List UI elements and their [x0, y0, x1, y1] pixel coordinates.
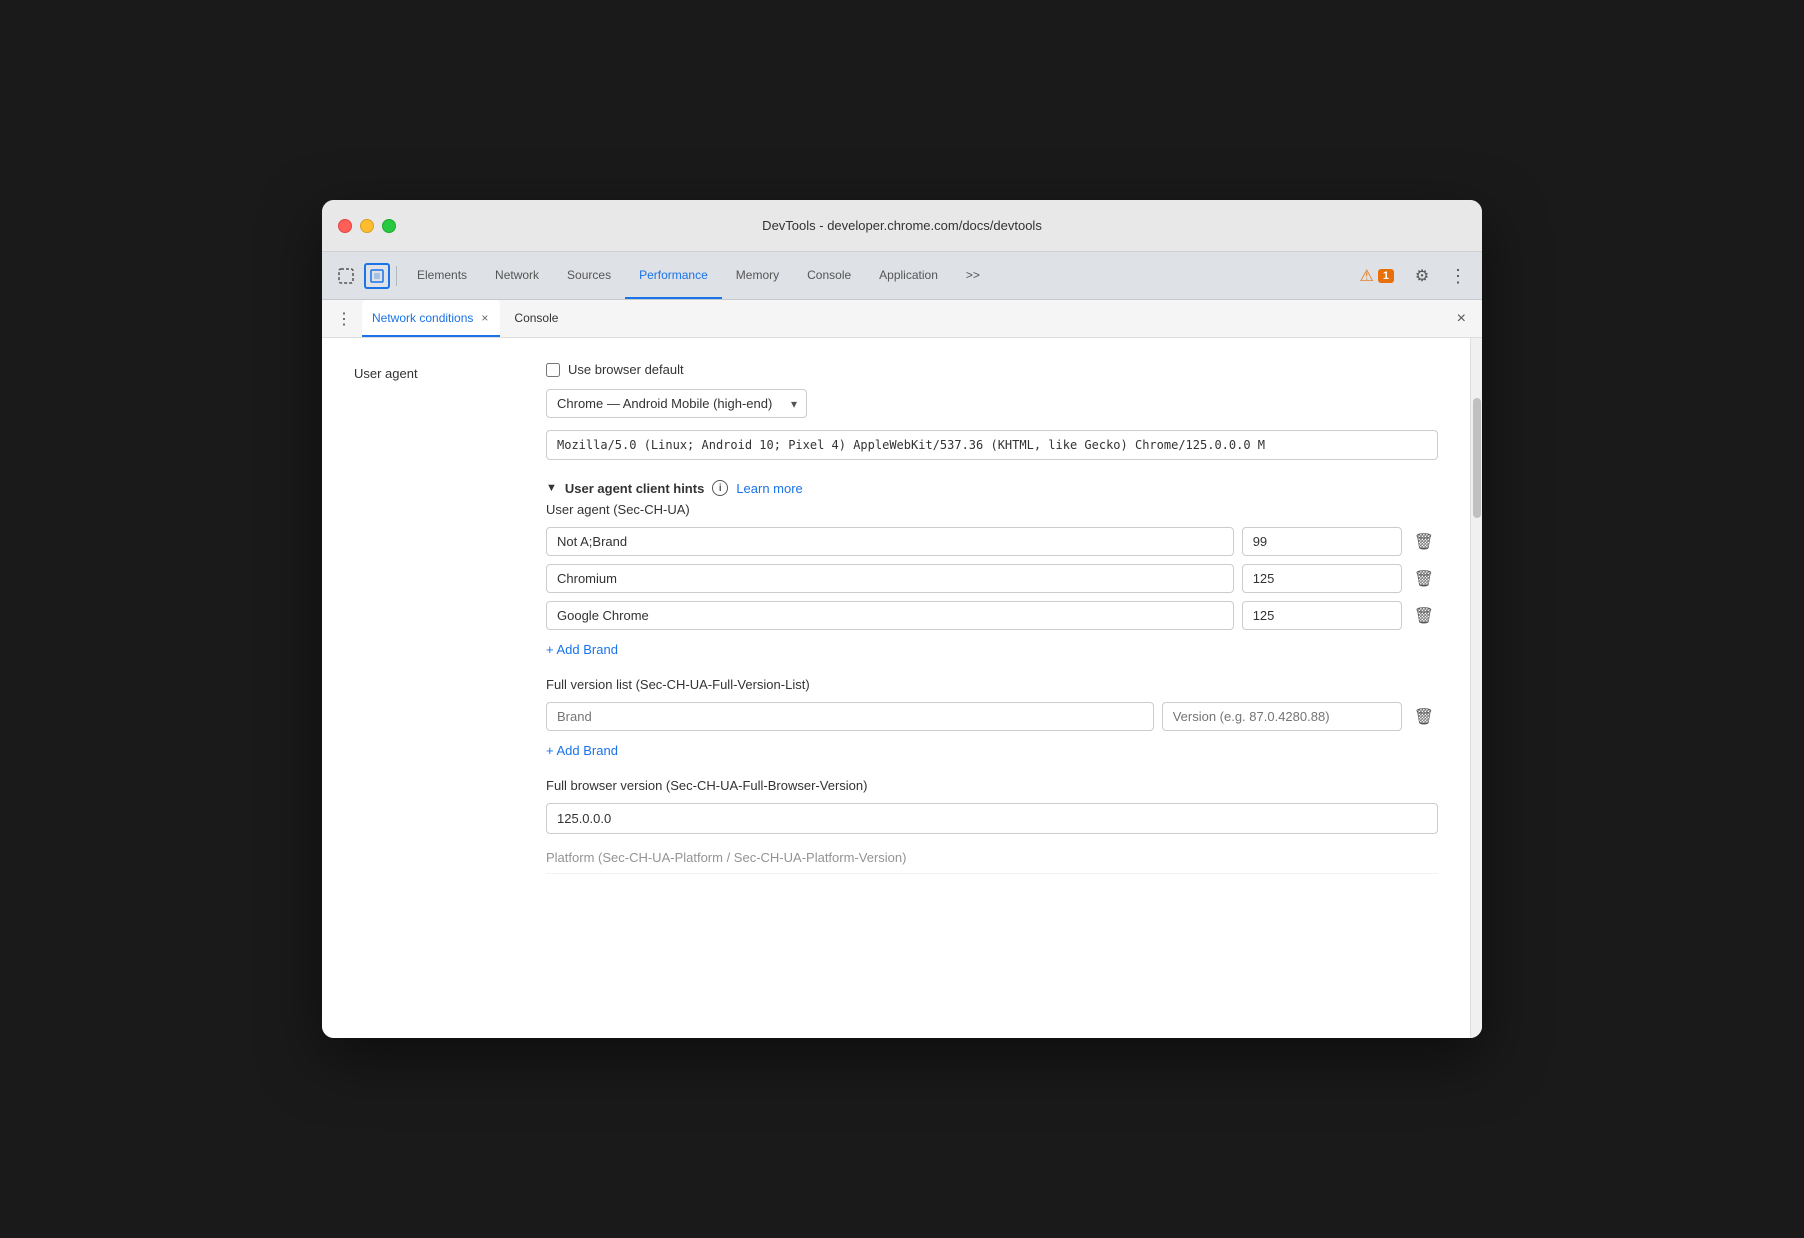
- tab-console[interactable]: Console: [793, 252, 865, 299]
- brand-input-2[interactable]: [546, 601, 1234, 630]
- subtab-network-conditions[interactable]: Network conditions ×: [362, 300, 500, 337]
- cursor-icon[interactable]: [330, 260, 362, 292]
- settings-icon[interactable]: ⚙: [1406, 260, 1438, 292]
- subtab-bar-close-icon[interactable]: ×: [1449, 306, 1474, 332]
- tab-more[interactable]: >>: [952, 252, 994, 299]
- brand-row-1: 🗑: [546, 564, 1438, 593]
- delete-icon-2: 🗑: [1414, 606, 1434, 626]
- full-browser-version-label: Full browser version (Sec-CH-UA-Full-Bro…: [546, 778, 1438, 793]
- subtab-console-label: Console: [514, 311, 558, 325]
- subtab-network-conditions-label: Network conditions: [372, 311, 473, 325]
- tab-bar: Elements Network Sources Performance Mem…: [403, 252, 994, 299]
- subtab-bar: ⋮ Network conditions × Console ×: [322, 300, 1482, 338]
- main-toolbar: Elements Network Sources Performance Mem…: [322, 252, 1482, 300]
- delete-brand-2-button[interactable]: 🗑: [1410, 602, 1438, 630]
- toolbar-right: ⚠ 1 ⚙ ⋮: [1352, 260, 1474, 292]
- tab-elements[interactable]: Elements: [403, 252, 481, 299]
- vertical-dots-icon: ⋮: [1449, 267, 1467, 285]
- version-input-2[interactable]: [1242, 601, 1402, 630]
- client-hints-title-row: ▼ User agent client hints i Learn more: [546, 480, 1438, 496]
- use-browser-default-label[interactable]: Use browser default: [568, 362, 684, 377]
- learn-more-link[interactable]: Learn more: [736, 481, 802, 496]
- delete-brand-0-button[interactable]: 🗑: [1410, 528, 1438, 556]
- full-version-list-label: Full version list (Sec-CH-UA-Full-Versio…: [546, 677, 1438, 692]
- issues-count: 1: [1378, 269, 1394, 283]
- traffic-lights: [338, 219, 396, 233]
- title-bar: DevTools - developer.chrome.com/docs/dev…: [322, 200, 1482, 252]
- full-version-brand-row-0: 🗑: [546, 702, 1438, 731]
- add-brand-2-button[interactable]: + Add Brand: [546, 739, 618, 762]
- add-brand-1-button[interactable]: + Add Brand: [546, 638, 618, 661]
- full-browser-version-input[interactable]: [546, 803, 1438, 834]
- version-input-1[interactable]: [1242, 564, 1402, 593]
- content-area: User agent Use browser default Chrome — …: [322, 338, 1482, 1038]
- minimize-button[interactable]: [360, 219, 374, 233]
- user-agent-body: Use browser default Chrome — Android Mob…: [546, 362, 1438, 874]
- ua-dropdown[interactable]: Chrome — Android Mobile (high-end) Chrom…: [546, 389, 807, 418]
- main-content: User agent Use browser default Chrome — …: [322, 338, 1470, 1038]
- delete-full-icon-0: 🗑: [1414, 707, 1434, 727]
- ua-string-input[interactable]: [546, 430, 1438, 460]
- platform-section-partial: Platform (Sec-CH-UA-Platform / Sec-CH-UA…: [546, 850, 1438, 874]
- user-agent-label: User agent: [354, 362, 514, 874]
- more-options-icon[interactable]: ⋮: [1442, 260, 1474, 292]
- subtab-close-network-conditions[interactable]: ×: [479, 310, 490, 326]
- issues-button[interactable]: ⚠ 1: [1352, 262, 1402, 290]
- subtab-menu-icon[interactable]: ⋮: [330, 305, 358, 333]
- client-hints-title: User agent client hints: [565, 481, 704, 496]
- scrollbar-track[interactable]: [1470, 338, 1482, 1038]
- ua-dropdown-wrapper: Chrome — Android Mobile (high-end) Chrom…: [546, 389, 807, 418]
- brand-row-0: 🗑: [546, 527, 1438, 556]
- inspector-icon[interactable]: [364, 263, 390, 289]
- delete-brand-1-button[interactable]: 🗑: [1410, 565, 1438, 593]
- brand-row-2: 🗑: [546, 601, 1438, 630]
- issues-icon: ⚠: [1360, 266, 1374, 286]
- full-version-brand-input-0[interactable]: [546, 702, 1154, 731]
- use-browser-default-row: Use browser default: [546, 362, 1438, 377]
- close-button[interactable]: [338, 219, 352, 233]
- platform-label: Platform (Sec-CH-UA-Platform / Sec-CH-UA…: [546, 850, 906, 865]
- tab-performance[interactable]: Performance: [625, 252, 722, 299]
- tab-network[interactable]: Network: [481, 252, 553, 299]
- collapse-arrow-icon[interactable]: ▼: [546, 482, 557, 494]
- tab-application[interactable]: Application: [865, 252, 952, 299]
- tab-memory[interactable]: Memory: [722, 252, 793, 299]
- maximize-button[interactable]: [382, 219, 396, 233]
- scrollbar-thumb[interactable]: [1473, 398, 1481, 518]
- use-browser-default-checkbox[interactable]: [546, 363, 560, 377]
- version-input-0[interactable]: [1242, 527, 1402, 556]
- window-title: DevTools - developer.chrome.com/docs/dev…: [762, 218, 1042, 233]
- full-version-version-input-0[interactable]: [1162, 702, 1402, 731]
- user-agent-section: User agent Use browser default Chrome — …: [354, 362, 1438, 874]
- info-icon[interactable]: i: [712, 480, 728, 496]
- sec-ch-ua-label: User agent (Sec-CH-UA): [546, 502, 1438, 517]
- delete-icon-0: 🗑: [1414, 532, 1434, 552]
- subtab-console[interactable]: Console: [504, 300, 568, 337]
- tab-sources[interactable]: Sources: [553, 252, 625, 299]
- devtools-window: DevTools - developer.chrome.com/docs/dev…: [322, 200, 1482, 1038]
- toolbar-separator-1: [396, 266, 397, 286]
- gear-icon: ⚙: [1415, 266, 1429, 286]
- delete-full-version-brand-0-button[interactable]: 🗑: [1410, 703, 1438, 731]
- delete-icon-1: 🗑: [1414, 569, 1434, 589]
- brand-input-1[interactable]: [546, 564, 1234, 593]
- brand-input-0[interactable]: [546, 527, 1234, 556]
